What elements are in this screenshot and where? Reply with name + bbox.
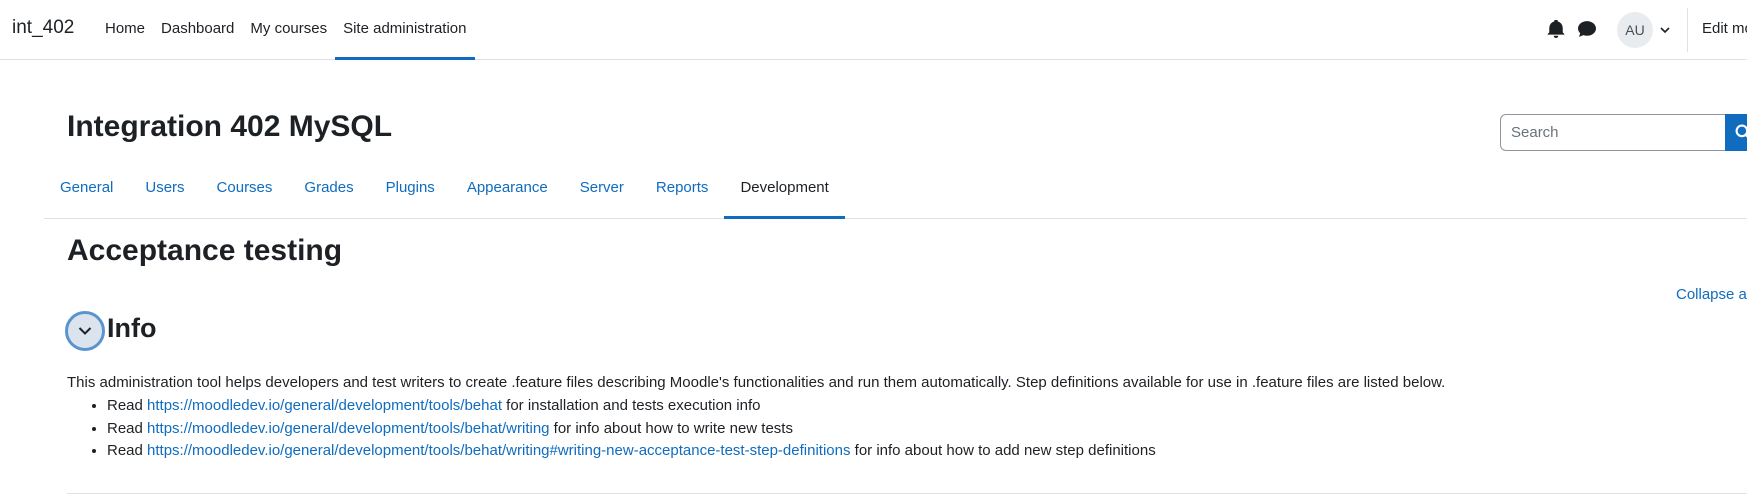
list-item-suffix: for info about how to add new step defin… [854,442,1156,459]
tab-server[interactable]: Server [564,160,640,219]
primary-navigation: Home Dashboard My courses Site administr… [97,0,475,60]
chevron-down-icon[interactable] [1659,24,1671,36]
search-input[interactable] [1500,114,1730,151]
list-item: Read https://moodledev.io/general/develo… [107,418,1156,441]
admin-tabs: General Users Courses Grades Plugins App… [44,160,1747,219]
nav-dashboard[interactable]: Dashboard [153,0,242,60]
chevron-down-icon [78,327,92,335]
list-item-prefix: Read [107,397,143,414]
nav-home[interactable]: Home [97,0,153,60]
step-definitions-link[interactable]: https://moodledev.io/general/development… [147,442,850,459]
list-item-prefix: Read [107,442,143,459]
list-item: Read https://moodledev.io/general/develo… [107,440,1156,463]
search-button[interactable] [1725,114,1747,151]
chat-icon[interactable] [1578,20,1596,38]
nav-site-administration[interactable]: Site administration [335,0,475,60]
tab-reports[interactable]: Reports [640,160,725,219]
site-brand[interactable]: int_402 [12,17,74,39]
tab-development[interactable]: Development [724,160,845,219]
user-avatar[interactable]: AU [1617,12,1653,48]
list-item-suffix: for installation and tests execution inf… [506,397,761,414]
section-heading: Acceptance testing [67,234,343,267]
behat-docs-link[interactable]: https://moodledev.io/general/development… [147,397,502,414]
page-title: Integration 402 MySQL [67,110,393,143]
info-collapse-toggle[interactable] [65,311,105,351]
tab-users[interactable]: Users [129,160,200,219]
list-item: Read https://moodledev.io/general/develo… [107,395,1156,418]
top-navbar: int_402 Home Dashboard My courses Site a… [0,0,1747,60]
navbar-divider [1687,8,1688,52]
tab-general[interactable]: General [44,160,129,219]
tab-appearance[interactable]: Appearance [451,160,564,219]
list-item-prefix: Read [107,419,143,437]
behat-writing-link[interactable]: https://moodledev.io/general/development… [147,420,549,437]
bell-icon[interactable] [1547,20,1565,38]
tab-courses[interactable]: Courses [201,160,289,219]
info-links-list: Read https://moodledev.io/general/develo… [67,395,1156,463]
search-icon [1735,124,1747,138]
info-heading: Info [107,313,157,343]
nav-my-courses[interactable]: My courses [242,0,335,60]
collapse-all-link[interactable]: Collapse a [1676,286,1747,303]
edit-mode-toggle[interactable]: Edit mo [1702,20,1747,37]
tab-grades[interactable]: Grades [288,160,369,219]
tab-plugins[interactable]: Plugins [370,160,451,219]
section-divider [67,493,1747,494]
list-item-suffix: for info about how to write new tests [553,419,793,437]
info-description: This administration tool helps developer… [67,374,1446,391]
